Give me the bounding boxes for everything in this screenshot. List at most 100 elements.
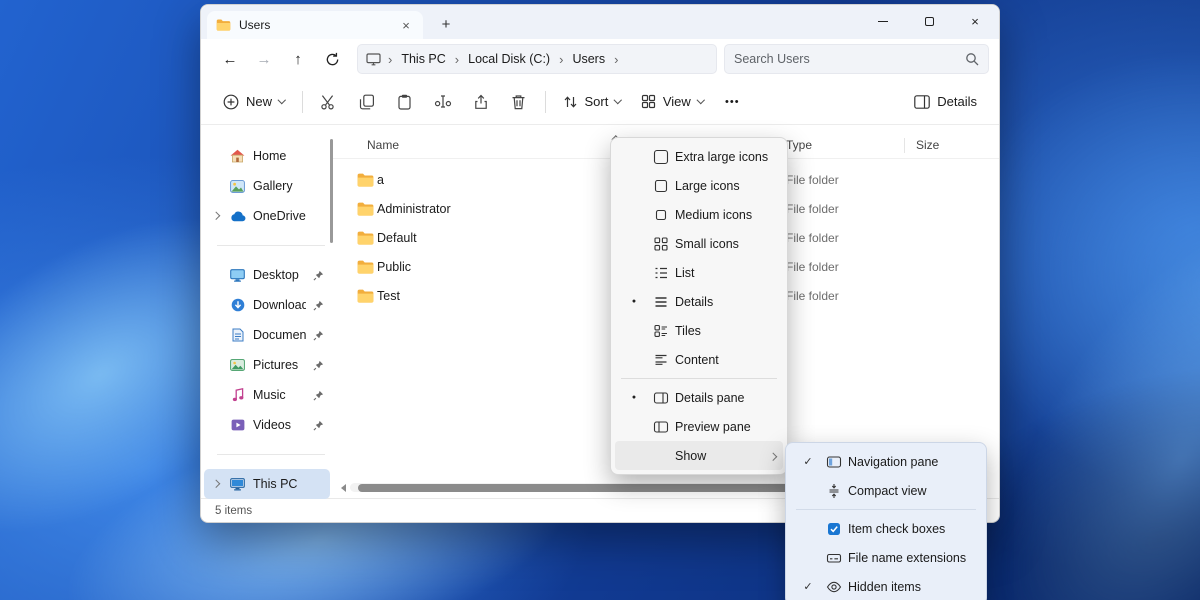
up-button[interactable]: ↑ bbox=[281, 44, 315, 74]
sidebar-item-desktop[interactable]: Desktop bbox=[204, 260, 330, 290]
maximize-button[interactable] bbox=[906, 5, 952, 38]
music-icon bbox=[229, 388, 246, 402]
search-box bbox=[724, 44, 989, 74]
breadcrumb-bar[interactable]: › This PC › Local Disk (C:) › Users › bbox=[357, 44, 717, 74]
sidebar-item-documents[interactable]: Documents bbox=[204, 320, 330, 350]
folder-icon bbox=[357, 231, 374, 245]
rename-icon bbox=[434, 94, 452, 109]
item-count: 5 items bbox=[215, 505, 252, 517]
share-icon bbox=[473, 94, 489, 110]
menu-item-medium-icons[interactable]: Medium icons bbox=[615, 200, 783, 229]
submenu-item-compact-view[interactable]: Compact view bbox=[790, 476, 982, 505]
submenu-item-navigation-pane[interactable]: ✓ Navigation pane bbox=[790, 447, 982, 476]
copy-button[interactable] bbox=[348, 86, 386, 118]
menu-item-list[interactable]: List bbox=[615, 258, 783, 287]
large-icons-icon bbox=[647, 178, 675, 194]
tab-close-button[interactable]: × bbox=[398, 18, 414, 33]
breadcrumb-users[interactable]: Users bbox=[570, 51, 607, 67]
list-view-icon bbox=[647, 265, 675, 281]
documents-icon bbox=[229, 328, 246, 342]
back-button[interactable]: ← bbox=[213, 44, 247, 74]
navigation-pane: Home Gallery OneDrive bbox=[201, 125, 333, 498]
details-pane-icon bbox=[914, 95, 930, 109]
plus-circle-icon bbox=[223, 94, 239, 110]
view-grid-icon bbox=[641, 94, 656, 109]
sort-icon bbox=[563, 95, 578, 109]
menu-item-small-icons[interactable]: Small icons bbox=[615, 229, 783, 258]
paste-button[interactable] bbox=[386, 86, 424, 118]
sort-button[interactable]: Sort bbox=[553, 86, 631, 118]
folder-icon bbox=[357, 260, 374, 274]
show-submenu: ✓ Navigation pane Compact view Item chec… bbox=[785, 442, 987, 600]
column-header-type[interactable]: Type bbox=[786, 138, 812, 152]
pin-icon bbox=[313, 420, 324, 431]
toolbar-divider bbox=[545, 91, 546, 113]
window-controls: × bbox=[860, 5, 998, 38]
cut-button[interactable] bbox=[310, 86, 348, 118]
view-button[interactable]: View bbox=[631, 86, 713, 118]
explorer-tab-users[interactable]: Users × bbox=[207, 11, 423, 39]
rename-button[interactable] bbox=[424, 86, 462, 118]
minimize-button[interactable] bbox=[860, 5, 906, 38]
desktop-icon bbox=[229, 269, 246, 282]
column-header-size[interactable]: Size bbox=[916, 138, 939, 152]
breadcrumb-chevron-icon[interactable]: › bbox=[455, 52, 459, 67]
share-button[interactable] bbox=[462, 86, 500, 118]
sidebar-item-music[interactable]: Music bbox=[204, 380, 330, 410]
breadcrumb-local-disk[interactable]: Local Disk (C:) bbox=[466, 51, 552, 67]
details-pane-toggle-button[interactable]: Details bbox=[904, 86, 987, 118]
sidebar-item-videos[interactable]: Videos bbox=[204, 410, 330, 440]
ellipsis-icon: ••• bbox=[725, 96, 740, 108]
sidebar-item-this-pc[interactable]: This PC bbox=[204, 469, 330, 499]
sidebar-item-pictures[interactable]: Pictures bbox=[204, 350, 330, 380]
videos-icon bbox=[229, 419, 246, 431]
pin-icon bbox=[313, 300, 324, 311]
pictures-icon bbox=[229, 359, 246, 371]
submenu-item-file-name-extensions[interactable]: File name extensions bbox=[790, 543, 982, 572]
folder-icon bbox=[357, 173, 374, 187]
sidebar-divider bbox=[217, 454, 325, 455]
pin-icon bbox=[313, 360, 324, 371]
new-button[interactable]: New bbox=[213, 86, 295, 118]
submenu-chevron-icon bbox=[770, 449, 776, 463]
breadcrumb-chevron-icon[interactable]: › bbox=[388, 52, 392, 67]
forward-button[interactable]: → bbox=[247, 44, 281, 74]
close-button[interactable]: × bbox=[952, 5, 998, 38]
menu-item-content[interactable]: Content bbox=[615, 345, 783, 374]
menu-item-show[interactable]: Show bbox=[615, 441, 783, 470]
sidebar-item-home[interactable]: Home bbox=[204, 141, 330, 171]
pin-icon bbox=[313, 270, 324, 281]
more-options-button[interactable]: ••• bbox=[713, 86, 751, 118]
scroll-left-arrow-icon[interactable] bbox=[341, 484, 346, 492]
downloads-icon bbox=[229, 298, 246, 312]
submenu-item-item-check-boxes[interactable]: Item check boxes bbox=[790, 514, 982, 543]
breadcrumb-chevron-icon[interactable]: › bbox=[559, 52, 563, 67]
small-icons-icon bbox=[647, 236, 675, 252]
sidebar-item-downloads[interactable]: Downloads bbox=[204, 290, 330, 320]
expand-chevron-icon[interactable] bbox=[210, 481, 222, 487]
column-header-name[interactable]: Name bbox=[367, 138, 399, 152]
delete-button[interactable] bbox=[500, 86, 538, 118]
new-tab-button[interactable]: + bbox=[433, 12, 459, 36]
folder-icon bbox=[357, 202, 374, 216]
this-pc-icon bbox=[229, 478, 246, 491]
expand-chevron-icon[interactable] bbox=[210, 213, 222, 219]
sidebar-item-gallery[interactable]: Gallery bbox=[204, 171, 330, 201]
menu-item-tiles[interactable]: Tiles bbox=[615, 316, 783, 345]
menu-item-large-icons[interactable]: Large icons bbox=[615, 171, 783, 200]
command-bar: New Sort View bbox=[201, 79, 999, 125]
menu-item-details-pane[interactable]: ● Details pane bbox=[615, 383, 783, 412]
refresh-icon bbox=[325, 52, 340, 67]
search-input[interactable] bbox=[734, 52, 965, 66]
compact-view-icon bbox=[820, 483, 848, 499]
submenu-item-hidden-items[interactable]: ✓ Hidden items bbox=[790, 572, 982, 600]
breadcrumb-this-pc[interactable]: This PC bbox=[399, 51, 447, 67]
breadcrumb-chevron-icon[interactable]: › bbox=[614, 52, 618, 67]
menu-item-details[interactable]: ● Details bbox=[615, 287, 783, 316]
sidebar-item-onedrive[interactable]: OneDrive bbox=[204, 201, 330, 231]
preview-pane-icon bbox=[647, 419, 675, 435]
refresh-button[interactable] bbox=[315, 44, 349, 74]
menu-item-extra-large-icons[interactable]: Extra large icons bbox=[615, 142, 783, 171]
menu-item-preview-pane[interactable]: Preview pane bbox=[615, 412, 783, 441]
details-view-icon bbox=[647, 294, 675, 310]
